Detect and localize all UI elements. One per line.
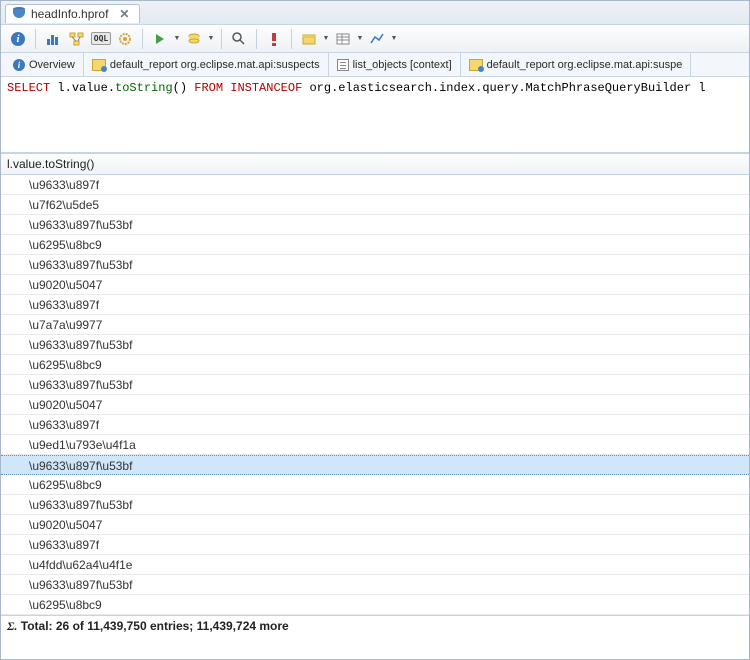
search-icon[interactable] [228, 28, 250, 50]
list-icon [337, 59, 349, 71]
separator [142, 29, 143, 49]
query-icon[interactable] [183, 28, 205, 50]
result-row[interactable]: \u9633\u897f [1, 415, 749, 435]
rows-container: \u9633\u897f\u7f62\u5de5\u9633\u897f\u53… [1, 175, 749, 615]
tab-report-suspects-2[interactable]: default_report org.eclipse.mat.api:suspe [461, 53, 692, 76]
column-header[interactable]: l.value.toString() [1, 153, 749, 175]
tab-overview[interactable]: i Overview [5, 53, 84, 76]
separator [35, 29, 36, 49]
info-button[interactable]: i [7, 28, 29, 50]
tree-icon[interactable] [66, 28, 88, 50]
result-row[interactable]: \u6295\u8bc9 [1, 355, 749, 375]
gear-icon[interactable] [114, 28, 136, 50]
tab-label: list_objects [context] [353, 59, 452, 71]
result-row[interactable]: \u9633\u897f [1, 535, 749, 555]
dropdown-arrow-icon[interactable]: ▼ [322, 35, 330, 42]
total-label: Total: 26 of 11,439,750 entries; 11,439,… [21, 619, 289, 633]
chart-icon[interactable] [366, 28, 388, 50]
dropdown-arrow-icon[interactable]: ▼ [207, 35, 215, 42]
editor-tab[interactable]: headInfo.hprof ✕ [5, 4, 140, 23]
table-icon[interactable] [332, 28, 354, 50]
result-row[interactable]: \u9633\u897f [1, 295, 749, 315]
result-row[interactable]: \u9020\u5047 [1, 515, 749, 535]
oql-icon[interactable]: OQL [90, 28, 112, 50]
result-row[interactable]: \u9633\u897f\u53bf [1, 375, 749, 395]
info-icon: i [13, 59, 25, 71]
result-row[interactable]: \u9020\u5047 [1, 395, 749, 415]
tab-label: default_report org.eclipse.mat.api:suspe [487, 59, 683, 71]
run-icon[interactable] [149, 28, 171, 50]
separator [256, 29, 257, 49]
dropdown-arrow-icon[interactable]: ▼ [356, 35, 364, 42]
result-row[interactable]: \u9633\u897f\u53bf [1, 495, 749, 515]
result-row[interactable]: \u9633\u897f\u53bf [1, 455, 749, 475]
result-row[interactable]: \u9633\u897f\u53bf [1, 575, 749, 595]
total-row: Σ. Total: 26 of 11,439,750 entries; 11,4… [1, 615, 749, 637]
oql-query-editor[interactable]: SELECT l.value.toString() FROM INSTANCEO… [1, 77, 749, 153]
database-icon [12, 7, 26, 21]
sigma-icon: Σ. [7, 619, 17, 633]
result-row[interactable]: \u7a7a\u9977 [1, 315, 749, 335]
editor-tab-label: headInfo.hprof [31, 7, 108, 21]
close-icon[interactable]: ✕ [117, 7, 131, 21]
tab-list-objects[interactable]: list_objects [context] [329, 53, 461, 76]
result-row[interactable]: \u6295\u8bc9 [1, 235, 749, 255]
result-row[interactable]: \u9633\u897f\u53bf [1, 215, 749, 235]
result-row[interactable]: \u4fdd\u62a4\u4f1e [1, 555, 749, 575]
report-icon [469, 59, 483, 71]
result-row[interactable]: \u9633\u897f [1, 175, 749, 195]
separator [291, 29, 292, 49]
tab-label: Overview [29, 59, 75, 71]
result-row[interactable]: \u9633\u897f\u53bf [1, 335, 749, 355]
warning-icon[interactable] [263, 28, 285, 50]
tab-report-suspects[interactable]: default_report org.eclipse.mat.api:suspe… [84, 53, 329, 76]
package-icon[interactable] [298, 28, 320, 50]
sub-tab-bar: i Overview default_report org.eclipse.ma… [1, 53, 749, 77]
report-icon [92, 59, 106, 71]
result-row[interactable]: \u9ed1\u793e\u4f1a [1, 435, 749, 455]
result-row[interactable]: \u6295\u8bc9 [1, 595, 749, 615]
app-window: headInfo.hprof ✕ i OQL ▼ ▼ ▼ ▼ ▼ i Overv… [0, 0, 750, 660]
result-row[interactable]: \u6295\u8bc9 [1, 475, 749, 495]
result-row[interactable]: \u9020\u5047 [1, 275, 749, 295]
result-row[interactable]: \u9633\u897f\u53bf [1, 255, 749, 275]
dropdown-arrow-icon[interactable]: ▼ [173, 35, 181, 42]
separator [221, 29, 222, 49]
dropdown-arrow-icon[interactable]: ▼ [390, 35, 398, 42]
toolbar: i OQL ▼ ▼ ▼ ▼ ▼ [1, 25, 749, 53]
editor-tab-bar: headInfo.hprof ✕ [1, 1, 749, 25]
histogram-icon[interactable] [42, 28, 64, 50]
result-row[interactable]: \u7f62\u5de5 [1, 195, 749, 215]
results-table: l.value.toString() \u9633\u897f\u7f62\u5… [1, 153, 749, 659]
tab-label: default_report org.eclipse.mat.api:suspe… [110, 59, 320, 71]
